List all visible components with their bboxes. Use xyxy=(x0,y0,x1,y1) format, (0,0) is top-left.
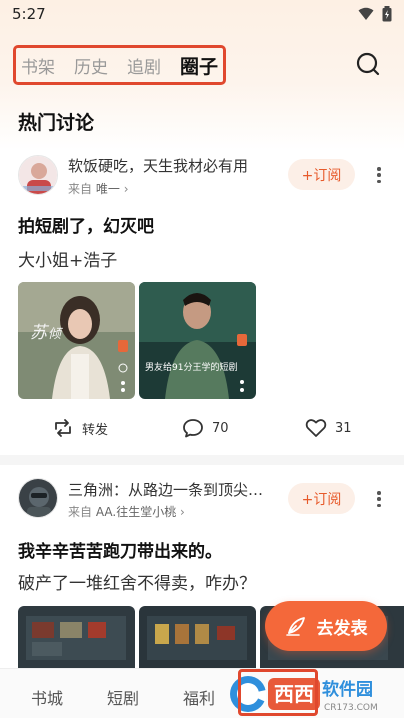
tab-history[interactable]: 历史 xyxy=(74,53,108,78)
subscribe-button[interactable]: +订阅 xyxy=(288,159,355,190)
status-time: 5:27 xyxy=(12,5,46,23)
section-title: 热门讨论 xyxy=(18,112,95,134)
subscribe-button[interactable]: +订阅 xyxy=(288,483,355,514)
tab-following-drama[interactable]: 追剧 xyxy=(127,53,161,78)
post-divider xyxy=(0,455,404,465)
post-title[interactable]: 我辛辛苦苦跑刀带出来的。 xyxy=(18,537,222,562)
battery-icon xyxy=(382,6,392,22)
status-icons xyxy=(358,6,392,22)
source-prefix: 来自 xyxy=(68,505,93,519)
chevron-right-icon: › xyxy=(180,505,185,519)
comment-button[interactable]: 70 xyxy=(182,418,229,438)
top-tabs: 书架 历史 追剧 圈子 xyxy=(13,45,226,85)
nav-welfare[interactable]: 福利 xyxy=(183,685,215,709)
source-prefix: 来自 xyxy=(68,182,93,196)
avatar[interactable] xyxy=(18,478,58,518)
heart-icon xyxy=(305,419,327,437)
svg-text:倾: 倾 xyxy=(48,327,63,342)
post-image[interactable]: 男友给91分王学的短剧 xyxy=(139,282,256,399)
comment-count: 70 xyxy=(212,420,229,436)
feather-pen-icon xyxy=(285,617,305,636)
post-image[interactable]: 苏 倾 xyxy=(18,282,135,399)
author-source[interactable]: 来自 唯一 › xyxy=(68,180,129,197)
repost-icon xyxy=(55,419,71,437)
publish-button[interactable]: 去发表 xyxy=(265,601,387,651)
like-count: 31 xyxy=(335,420,352,436)
more-options-icon[interactable] xyxy=(372,488,386,510)
author-name[interactable]: 软饭硬吃，天生我材必有用 xyxy=(68,155,278,176)
post-image[interactable] xyxy=(18,606,135,668)
watermark-sub: 软件园 xyxy=(322,679,373,700)
post-body[interactable]: 大小姐+浩子 xyxy=(18,246,117,271)
repost-label: 转发 xyxy=(82,422,109,438)
author-name[interactable]: 三角洲：从路边一条到顶尖… xyxy=(68,479,278,500)
chevron-right-icon: › xyxy=(123,182,129,196)
watermark-domain: CR173.COM xyxy=(324,703,378,713)
more-options-icon[interactable] xyxy=(372,164,386,186)
repost-button[interactable]: 转发 xyxy=(52,418,108,438)
tab-bookshelf[interactable]: 书架 xyxy=(21,53,55,78)
search-icon[interactable] xyxy=(354,50,382,78)
publish-label: 去发表 xyxy=(316,618,368,639)
nav-short-drama[interactable]: 短剧 xyxy=(107,685,139,709)
tab-circle[interactable]: 圈子 xyxy=(180,52,218,79)
post-image[interactable] xyxy=(139,606,256,668)
wifi-icon xyxy=(358,7,374,20)
post-body[interactable]: 破产了一堆红舍不得卖，咋办？ xyxy=(18,569,256,594)
image-caption: 男友给91分王学的短剧 xyxy=(145,363,238,373)
source-name: AA.往生堂小桃 xyxy=(95,505,177,519)
author-source[interactable]: 来自 AA.往生堂小桃 › xyxy=(68,503,185,520)
like-button[interactable]: 31 xyxy=(305,418,352,438)
source-name: 唯一 xyxy=(95,182,120,196)
status-bar: 5:27 xyxy=(0,0,404,28)
comment-icon xyxy=(183,419,203,438)
avatar[interactable] xyxy=(18,155,58,195)
nav-circle-highlight[interactable] xyxy=(238,669,318,716)
post-title[interactable]: 拍短剧了，幻灭吧 xyxy=(18,212,154,237)
nav-bookstore[interactable]: 书城 xyxy=(31,685,63,709)
